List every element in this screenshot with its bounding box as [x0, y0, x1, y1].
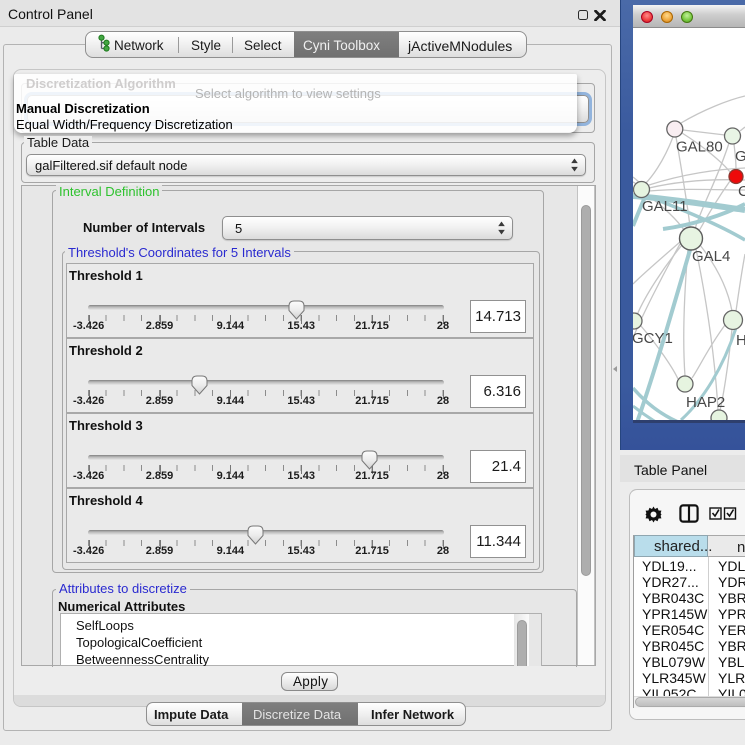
svg-text:GA: GA — [735, 148, 745, 165]
svg-text:GAL11: GAL11 — [642, 198, 688, 215]
svg-text:C: C — [738, 183, 745, 200]
svg-text:GCY1: GCY1 — [633, 330, 673, 347]
svg-text:H: H — [736, 332, 745, 349]
svg-text:GAL80: GAL80 — [676, 139, 723, 156]
svg-text:GAL4: GAL4 — [692, 248, 730, 265]
svg-text:HAP2: HAP2 — [686, 394, 725, 411]
